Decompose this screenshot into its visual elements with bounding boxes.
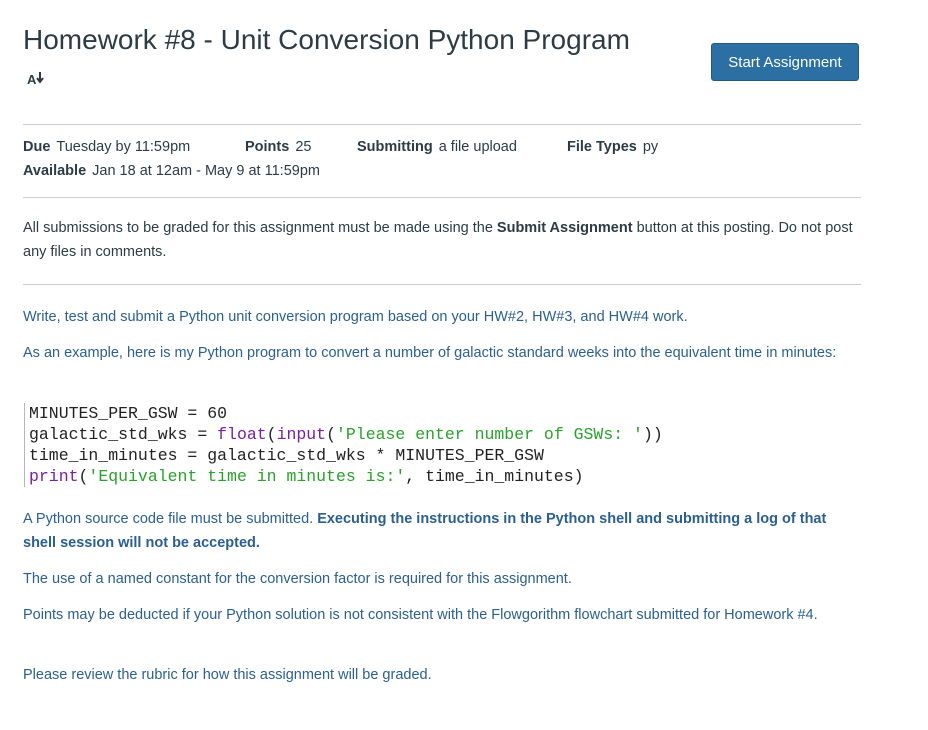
code-line: print('Equivalent time in minutes is:', … <box>29 466 663 487</box>
code-token: input <box>276 425 327 444</box>
code-block: MINUTES_PER_GSW = 60 galactic_std_wks = f… <box>24 403 663 487</box>
due-field: Due Tuesday by 11:59pm <box>23 139 190 155</box>
code-token: 'Equivalent time in minutes is:' <box>88 467 406 486</box>
submission-notice: All submissions to be graded for this as… <box>23 216 863 264</box>
points-value: 25 <box>295 139 312 155</box>
available-value: Jan 18 at 12am - May 9 at 11:59pm <box>92 163 320 179</box>
points-field: Points 25 <box>245 139 311 155</box>
notice-bold: Submit Assignment <box>496 220 633 236</box>
due-value: Tuesday by 11:59pm <box>56 139 191 155</box>
code-token: ( <box>326 425 336 444</box>
svg-text:A: A <box>27 72 37 87</box>
available-field: Available Jan 18 at 12am - May 9 at 11:59… <box>23 163 320 179</box>
description-paragraph: Points may be deducted if your Python so… <box>23 607 818 623</box>
points-label: Points <box>245 139 290 155</box>
start-assignment-button[interactable]: Start Assignment <box>711 43 859 81</box>
available-label: Available <box>23 163 87 179</box>
code-token: ( <box>78 467 89 486</box>
code-line: time_in_minutes = galactic_std_wks * MIN… <box>29 446 544 465</box>
divider <box>23 284 861 285</box>
description-paragraph: Please review the rubric for how this as… <box>23 667 432 683</box>
submitting-value: a file upload <box>438 139 517 155</box>
notice-text-before: All submissions to be graded for this as… <box>23 220 497 236</box>
filetypes-field: File Types py <box>567 139 658 155</box>
page-title: Homework #8 - Unit Conversion Python Pro… <box>23 24 630 55</box>
description-paragraph: Write, test and submit a Python unit con… <box>23 309 688 325</box>
code-token: ( <box>266 425 277 444</box>
code-token: float <box>217 425 267 444</box>
code-line: MINUTES_PER_GSW = 60 <box>29 404 228 423</box>
due-label: Due <box>23 139 51 155</box>
code-token: )) <box>642 425 663 444</box>
filetypes-value: py <box>642 139 659 155</box>
description-paragraph: A Python source code file must be submit… <box>23 507 853 555</box>
description-paragraph: The use of a named constant for the conv… <box>23 571 572 587</box>
code-token: print <box>29 467 79 486</box>
filetypes-label: File Types <box>567 139 637 155</box>
code-line: galactic_std_wks = float(input('Please e… <box>29 424 663 445</box>
ax-icon[interactable]: A <box>27 70 51 88</box>
divider <box>23 197 861 198</box>
code-token: galactic_std_wks = <box>29 425 218 444</box>
p3-regular: A Python source code file must be submit… <box>23 511 318 527</box>
divider <box>23 124 861 125</box>
submitting-label: Submitting <box>357 139 433 155</box>
description-paragraph: As an example, here is my Python program… <box>23 345 837 361</box>
code-token: , time_in_minutes) <box>405 467 584 486</box>
code-token: 'Please enter number of GSWs: ' <box>335 425 643 444</box>
submitting-field: Submitting a file upload <box>357 139 517 155</box>
